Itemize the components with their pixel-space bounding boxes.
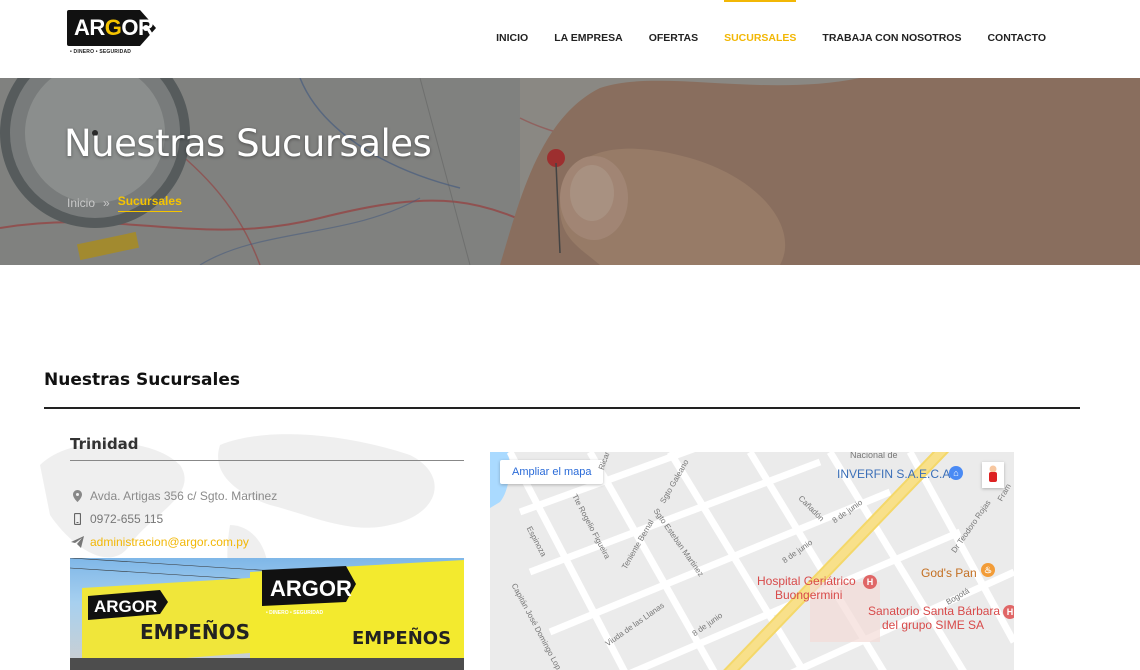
hero-banner: Nuestras Sucursales Inicio » Sucursales [0, 78, 1140, 265]
place-gods-pan[interactable]: God's Pan [921, 566, 977, 580]
place-sanatorio-line-1[interactable]: Sanatorio Santa Bárbara [868, 604, 1000, 618]
place-inverfin[interactable]: INVERFIN S.A.E.C.A [837, 467, 950, 481]
logo-text-g: G [104, 15, 122, 40]
nav-item-trabaja-con-nosotros[interactable]: TRABAJA CON NOSOTROS [822, 0, 961, 78]
restaurant-pin-icon[interactable]: ♨ [981, 563, 995, 577]
street-nacional: Nacional de [850, 452, 898, 460]
breadcrumb-home-link[interactable]: Inicio [67, 196, 95, 210]
nav-item-inicio[interactable]: INICIO [496, 0, 528, 78]
map-tiles [490, 452, 1014, 670]
bank-pin-icon[interactable]: ⌂ [949, 466, 963, 480]
branch-email: administracion@argor.com.py [70, 535, 249, 549]
svg-text:ARGOR: ARGOR [94, 597, 157, 616]
branch-divider [70, 460, 464, 461]
logo-text-or: OR [121, 15, 154, 40]
section-title: Nuestras Sucursales [44, 370, 240, 390]
main-nav: INICIO LA EMPRESA OFERTAS SUCURSALES TRA… [470, 0, 1046, 78]
hospital-pin-icon[interactable]: H [863, 575, 877, 589]
section-divider [44, 407, 1080, 409]
page-title: Nuestras Sucursales [64, 122, 432, 165]
place-hospital-line-1[interactable]: Hospital Geriátrico [757, 574, 856, 588]
logo-tagline: • DINERO • SEGURIDAD [70, 49, 132, 55]
branch-name: Trinidad [70, 435, 139, 453]
branch-address-text: Avda. Artigas 356 c/ Sgto. Martinez [90, 489, 278, 503]
place-hospital-line-2[interactable]: Buongermini [775, 588, 842, 602]
breadcrumb: Inicio » Sucursales [67, 194, 182, 212]
photo-sign-1-text: EMPEÑOS [140, 620, 251, 644]
photo-sign-2-sub: • DINERO • SEGURIDAD [266, 610, 324, 616]
nav-item-ofertas[interactable]: OFERTAS [649, 0, 698, 78]
branch-photo: ARGOR ARGOR • DINERO • SEGURIDAD EMPEÑOS… [70, 558, 464, 670]
mobile-phone-icon [70, 513, 84, 525]
branch-map[interactable]: Ampliar el mapa INVERFIN S.A.E.C.A ⌂ Hos… [490, 452, 1014, 670]
nav-item-contacto[interactable]: CONTACTO [987, 0, 1046, 78]
street-view-pegman-icon[interactable] [982, 462, 1004, 488]
breadcrumb-current: Sucursales [117, 194, 182, 212]
argor-logo[interactable]: ARGOR • DINERO • SEGURIDAD [66, 8, 158, 58]
nav-item-sucursales[interactable]: SUCURSALES [724, 0, 797, 78]
paper-plane-icon [70, 536, 84, 548]
branch-phone: 0972-655 115 [70, 512, 163, 526]
photo-sign-2-text: EMPEÑOS [352, 628, 452, 649]
nav-item-la-empresa[interactable]: LA EMPRESA [554, 0, 622, 78]
svg-text:ARGOR: ARGOR [270, 576, 352, 601]
logo-text-ar: AR [74, 15, 105, 40]
branch-email-link[interactable]: administracion@argor.com.py [90, 535, 249, 549]
logo-tag-shape: ARGOR [66, 8, 158, 48]
place-sanatorio-line-2[interactable]: del grupo SIME SA [882, 618, 984, 632]
branch-address: Avda. Artigas 356 c/ Sgto. Martinez [70, 489, 277, 503]
sanatorio-pin-icon[interactable]: H [1003, 605, 1014, 619]
breadcrumb-separator: » [103, 196, 110, 210]
enlarge-map-link[interactable]: Ampliar el mapa [500, 460, 604, 484]
site-header: ARGOR • DINERO • SEGURIDAD INICIO LA EMP… [0, 0, 1140, 78]
map-marker-icon [70, 490, 84, 502]
branch-phone-text[interactable]: 0972-655 115 [90, 512, 163, 526]
